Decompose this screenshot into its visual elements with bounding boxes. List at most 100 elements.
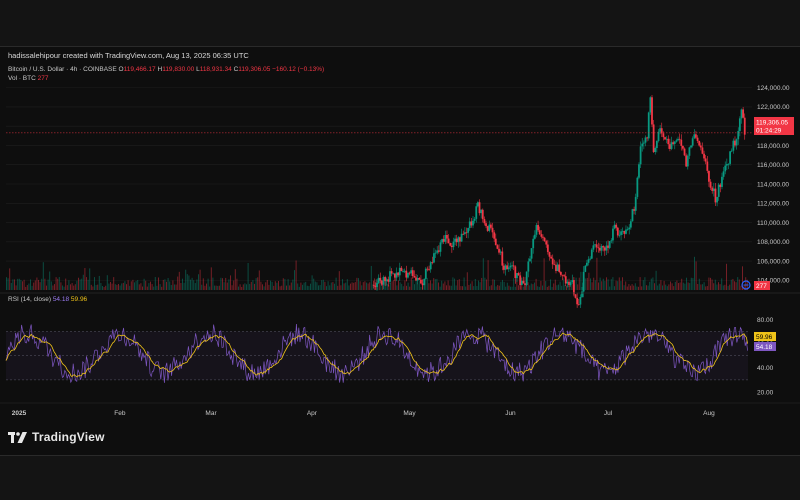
candle-body (566, 281, 569, 284)
volume-bar (282, 278, 284, 290)
candle-body (415, 277, 417, 281)
volume-bar (599, 277, 601, 290)
volume-bar (92, 286, 94, 290)
volume-bar (398, 280, 399, 290)
volume-bar (279, 286, 281, 290)
chart-canvas[interactable]: 104,000.00106,000.00108,000.00110,000.00… (0, 0, 800, 500)
volume-bar (722, 285, 724, 290)
volume-bar (686, 277, 687, 290)
volume-bar (468, 284, 470, 290)
volume-badge: 277 (754, 281, 770, 290)
volume-bar (631, 284, 633, 290)
volume-bar (210, 267, 212, 290)
volume-bar (46, 285, 47, 290)
volume-legend[interactable]: Vol · BTC 277 (8, 75, 48, 82)
volume-bar (218, 285, 220, 290)
candle-body (647, 112, 650, 139)
candle-body (675, 140, 678, 142)
candle-body (441, 239, 443, 243)
candle-body (579, 296, 582, 305)
volume-bar (706, 286, 708, 290)
candle-body (496, 245, 499, 249)
volume-bar (650, 278, 652, 290)
volume-bar (145, 280, 147, 290)
volume-bar (449, 285, 451, 290)
volume-bar (668, 284, 670, 290)
candle-body (730, 150, 733, 152)
volume-bar (644, 277, 646, 290)
volume-bar (601, 281, 603, 290)
volume-bar (729, 284, 731, 290)
candles (372, 94, 746, 309)
candle-body (446, 234, 448, 239)
candle-body (559, 272, 562, 275)
candle-body (442, 239, 445, 242)
candle-body (691, 138, 694, 146)
volume-bar (514, 286, 516, 290)
volume-bar (239, 284, 241, 290)
candle-body (655, 140, 658, 149)
volume-bar (694, 256, 695, 290)
volume-bar (455, 285, 457, 290)
volume-bar (250, 281, 252, 290)
volume-bar (513, 278, 515, 290)
volume-bar (353, 282, 355, 290)
candle-body (603, 247, 606, 251)
candle-body (437, 250, 440, 252)
volume-bar (681, 278, 683, 290)
candle-body (475, 206, 478, 219)
candle-body (481, 209, 484, 220)
volume-bar (202, 278, 204, 290)
volume-bar (690, 277, 692, 290)
volume-bar (130, 281, 132, 290)
volume-bar (257, 277, 259, 290)
volume-bar (274, 281, 276, 290)
candle-body (646, 137, 649, 139)
volume-bar (214, 285, 215, 290)
symbol-legend[interactable]: Bitcoin / U.S. Dollar · 4h · COINBASE O1… (8, 66, 324, 73)
low-value: 118,931.34 (199, 66, 232, 73)
candle-body (677, 138, 679, 141)
candle-body (411, 270, 414, 277)
volume-bar (186, 274, 188, 290)
candle-body (390, 271, 393, 274)
candle-body (525, 271, 528, 285)
volume-bar (362, 282, 364, 290)
volume-bar (538, 286, 540, 290)
volume-bar (426, 277, 428, 290)
rsi-legend[interactable]: RSI (14, close) 54.18 59.96 (8, 296, 87, 303)
candle-body (416, 277, 419, 281)
volume-bar (68, 280, 70, 290)
candle-body (467, 228, 470, 233)
volume-bar (489, 286, 491, 290)
volume-bar (535, 278, 537, 290)
volume-bar (561, 285, 563, 290)
volume-bar (330, 282, 332, 290)
volume-bar (167, 278, 169, 290)
tradingview-logo[interactable]: TradingView (8, 430, 105, 444)
volume-bar (471, 281, 473, 290)
candle-body (664, 137, 666, 140)
candle-body (459, 237, 461, 242)
volume-bar (711, 279, 713, 290)
volume-bar (343, 283, 345, 290)
volume-bar (695, 261, 697, 290)
candle-body (620, 231, 622, 235)
volume-bar (49, 271, 51, 290)
volume-bar (511, 286, 513, 290)
candle-body (600, 246, 603, 251)
candle-body (447, 238, 450, 244)
candle-body (564, 276, 567, 284)
volume-bar (302, 284, 303, 290)
volume-bar (660, 280, 662, 290)
volume-bar (649, 281, 651, 290)
volume-bar (132, 279, 134, 290)
volume-bar (588, 272, 590, 290)
price-axis: 104,000.00106,000.00108,000.00110,000.00… (757, 85, 790, 285)
candle-body (384, 277, 387, 282)
volume-bar (185, 269, 187, 290)
candle-body (372, 285, 375, 286)
candle-body (613, 224, 616, 229)
candle-body (465, 232, 468, 234)
volume-bar (530, 283, 532, 290)
